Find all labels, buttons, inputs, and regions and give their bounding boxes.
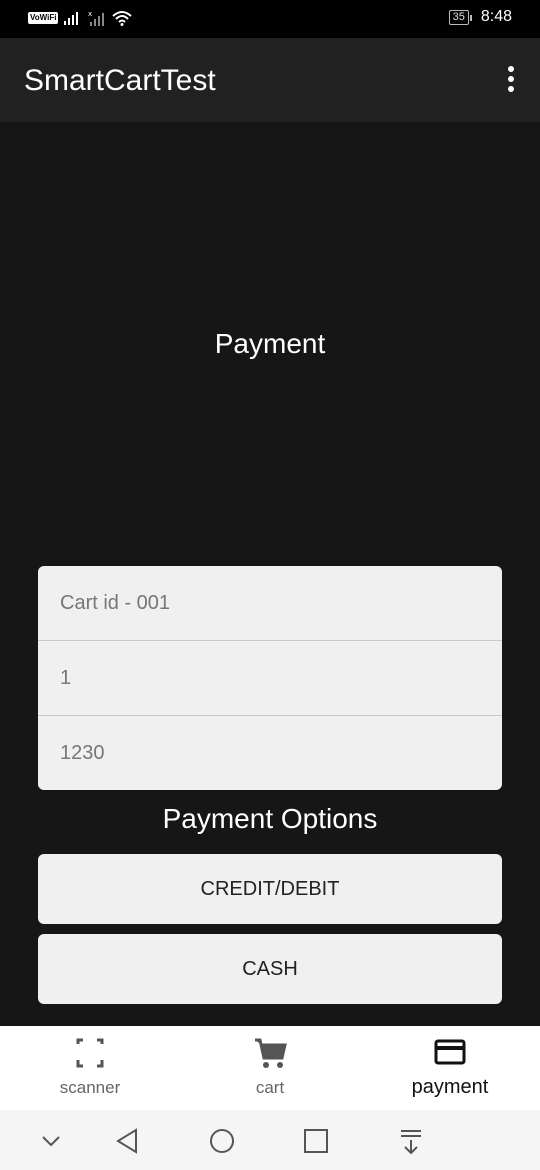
page-title: Payment (214, 328, 326, 359)
back-icon[interactable] (110, 1124, 144, 1158)
status-left: VoWiFi x (28, 10, 133, 26)
status-right: 35 8:48 (448, 8, 512, 26)
status-time: 8:48 (480, 8, 512, 25)
nav-item-cart[interactable]: cart (180, 1026, 360, 1110)
recents-icon[interactable] (299, 1124, 333, 1158)
nav-label-payment: payment (411, 1076, 489, 1098)
nav-label-scanner: scanner (59, 1078, 121, 1097)
nav-label-cart: cart (255, 1078, 285, 1097)
battery-indicator: 35 (448, 9, 473, 25)
cart-id-field[interactable]: Cart id - 001 (38, 566, 502, 641)
signal-no-service-icon: x (88, 10, 105, 26)
system-navigation-bar (0, 1110, 540, 1170)
payment-options-title: Payment Options (162, 803, 378, 834)
bottom-navigation: scanner cart payment (0, 1026, 540, 1110)
app-title: SmartCartTest (24, 64, 216, 97)
notification-pull-icon[interactable] (394, 1124, 428, 1158)
svg-text:x: x (88, 10, 92, 18)
nav-item-scanner[interactable]: scanner (0, 1026, 180, 1110)
credit-debit-button[interactable]: CREDIT/DEBIT (38, 854, 502, 924)
credit-card-icon (434, 1039, 466, 1065)
second-field[interactable]: 1 (38, 641, 502, 716)
home-icon[interactable] (205, 1124, 239, 1158)
app-bar: SmartCartTest (0, 38, 540, 122)
wifi-icon (112, 11, 133, 26)
nav-item-payment[interactable]: payment (360, 1026, 540, 1110)
cart-icon (255, 1038, 287, 1068)
more-vert-icon[interactable] (504, 66, 518, 96)
vowifi-badge: VoWiFi (28, 12, 59, 24)
status-bar: VoWiFi x 35 8:48 (0, 0, 540, 38)
payment-details-card: Cart id - 001 1 1230 (38, 566, 502, 790)
hide-keyboard-icon[interactable] (34, 1124, 68, 1158)
scanner-icon (76, 1038, 104, 1068)
cash-button[interactable]: CASH (38, 934, 502, 1004)
third-field[interactable]: 1230 (38, 716, 502, 790)
signal-icon (64, 12, 79, 25)
